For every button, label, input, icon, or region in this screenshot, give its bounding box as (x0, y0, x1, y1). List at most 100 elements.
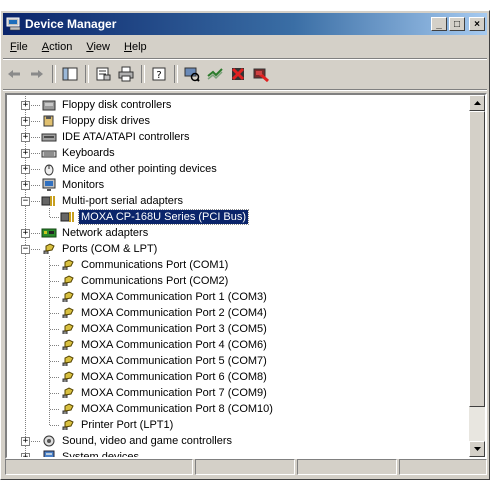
tree-item-category[interactable]: Ports (COM & LPT) (41, 241, 159, 257)
title-bar: Device Manager _ □ × (3, 13, 487, 35)
port-icon (62, 371, 74, 382)
status-panel-end (399, 459, 487, 475)
tree-item-device[interactable]: MOXA Communication Port 5 (COM7) (60, 353, 269, 369)
window-title: Device Manager (25, 17, 117, 31)
collapse-button[interactable]: − (21, 245, 30, 254)
tree-connector (31, 441, 40, 442)
back-arrow-icon[interactable] (3, 63, 25, 85)
tree-item-category[interactable]: Network adapters (41, 225, 150, 241)
scroll-up-button[interactable] (469, 95, 485, 111)
menu-bar: File Action View Help (3, 37, 487, 57)
tree-item-device[interactable]: Printer Port (LPT1) (60, 417, 175, 433)
scroll-thumb[interactable] (469, 111, 485, 407)
tree-connector (31, 153, 40, 154)
tree-connector (31, 185, 40, 186)
tree-item-category[interactable]: Keyboards (41, 145, 117, 161)
tree-item-device[interactable]: MOXA Communication Port 4 (COM6) (60, 337, 269, 353)
port-icon (62, 323, 74, 334)
tree-item-category[interactable]: Floppy disk drives (41, 113, 152, 129)
status-panel-secondary (195, 459, 295, 475)
menu-view[interactable]: View (79, 41, 117, 53)
tree-connector (50, 281, 59, 282)
expand-button[interactable]: + (21, 101, 30, 110)
tree-item-label: Monitors (62, 179, 105, 191)
update-driver-icon[interactable] (204, 63, 226, 85)
port-icon (62, 275, 74, 286)
menu-help[interactable]: Help (117, 41, 154, 53)
collapse-button[interactable]: − (21, 197, 30, 206)
tree-connector (50, 217, 59, 218)
monitor-icon (42, 178, 56, 191)
port-icon (62, 307, 74, 318)
menu-file[interactable]: File (3, 41, 35, 53)
tree-item-device[interactable]: MOXA CP-168U Series (PCI Bus) (60, 209, 250, 225)
properties-icon[interactable] (92, 63, 114, 85)
show-hide-console-tree-icon[interactable] (59, 63, 81, 85)
mouse-icon (44, 164, 54, 176)
tree-item-label: Floppy disk controllers (62, 99, 172, 111)
menu-action[interactable]: Action (35, 41, 80, 53)
forward-arrow-icon[interactable] (26, 63, 48, 85)
port-icon (62, 387, 74, 398)
tree-item-label: Network adapters (62, 227, 149, 239)
tree-connector (31, 121, 40, 122)
scan-hardware-icon[interactable] (181, 63, 203, 85)
tree-connector (31, 249, 40, 250)
tree-item-label: MOXA Communication Port 2 (COM4) (81, 307, 267, 319)
tree-item-category[interactable]: System devices (41, 449, 141, 459)
tree-item-label: MOXA Communication Port 7 (COM9) (81, 387, 267, 399)
uninstall-icon[interactable] (227, 63, 249, 85)
tree-connector (50, 313, 59, 314)
tree-item-device[interactable]: MOXA Communication Port 1 (COM3) (60, 289, 269, 305)
tree-item-category[interactable]: IDE ATA/ATAPI controllers (41, 129, 192, 145)
serial-adapter-icon (60, 212, 74, 222)
keyboard-icon (41, 150, 57, 158)
tree-item-device[interactable]: MOXA Communication Port 2 (COM4) (60, 305, 269, 321)
tree-item-label: Floppy disk drives (62, 115, 151, 127)
vertical-scrollbar[interactable] (469, 95, 485, 457)
device-manager-app-icon (6, 17, 21, 31)
expand-button[interactable]: + (21, 437, 30, 446)
tree-item-category[interactable]: Floppy disk controllers (41, 97, 173, 113)
device-tree: Floppy disk controllers + Floppy disk driv… (7, 95, 468, 459)
print-icon[interactable] (115, 63, 137, 85)
tree-item-device[interactable]: Communications Port (COM2) (60, 273, 230, 289)
scroll-down-button[interactable] (469, 441, 485, 457)
help-icon[interactable]: ? (148, 63, 170, 85)
expand-button[interactable]: + (21, 165, 30, 174)
tree-item-device[interactable]: MOXA Communication Port 6 (COM8) (60, 369, 269, 385)
serial-adapter-icon (41, 196, 55, 206)
tree-item-device[interactable]: MOXA Communication Port 8 (COM10) (60, 401, 275, 417)
tree-connector (50, 393, 59, 394)
tree-item-label: System devices (62, 451, 140, 459)
expand-button[interactable]: + (21, 149, 30, 158)
port-icon (62, 419, 74, 430)
menu-toolbar-divider (3, 58, 487, 60)
expand-button[interactable]: + (21, 133, 30, 142)
tree-item-category[interactable]: Mice and other pointing devices (41, 161, 219, 177)
close-button[interactable]: × (469, 17, 485, 31)
disable-icon[interactable] (250, 63, 272, 85)
tree-item-device[interactable]: MOXA Communication Port 7 (COM9) (60, 385, 269, 401)
tree-item-category[interactable]: Sound, video and game controllers (41, 433, 234, 449)
toolbar-separator (85, 65, 89, 83)
tree-connector (50, 345, 59, 346)
tree-connector (31, 169, 40, 170)
tree-item-category[interactable]: Monitors (41, 177, 106, 193)
expand-button[interactable]: + (21, 229, 30, 238)
tree-connector (31, 457, 40, 458)
tree-item-device[interactable]: MOXA Communication Port 3 (COM5) (60, 321, 269, 337)
tree-branch-line (49, 208, 50, 217)
tree-connector (50, 265, 59, 266)
tree-item-device[interactable]: Communications Port (COM1) (60, 257, 230, 273)
tree-item-category[interactable]: Multi-port serial adapters (41, 193, 185, 209)
minimize-button[interactable]: _ (431, 17, 447, 31)
scroll-down-arrow-icon (473, 447, 481, 451)
tree-connector (50, 297, 59, 298)
expand-button[interactable]: + (21, 181, 30, 190)
expand-button[interactable]: + (21, 117, 30, 126)
maximize-button[interactable]: □ (449, 17, 465, 31)
status-bar (5, 459, 487, 477)
toolbar-separator (174, 65, 178, 83)
floppy-controller-icon (42, 100, 56, 111)
